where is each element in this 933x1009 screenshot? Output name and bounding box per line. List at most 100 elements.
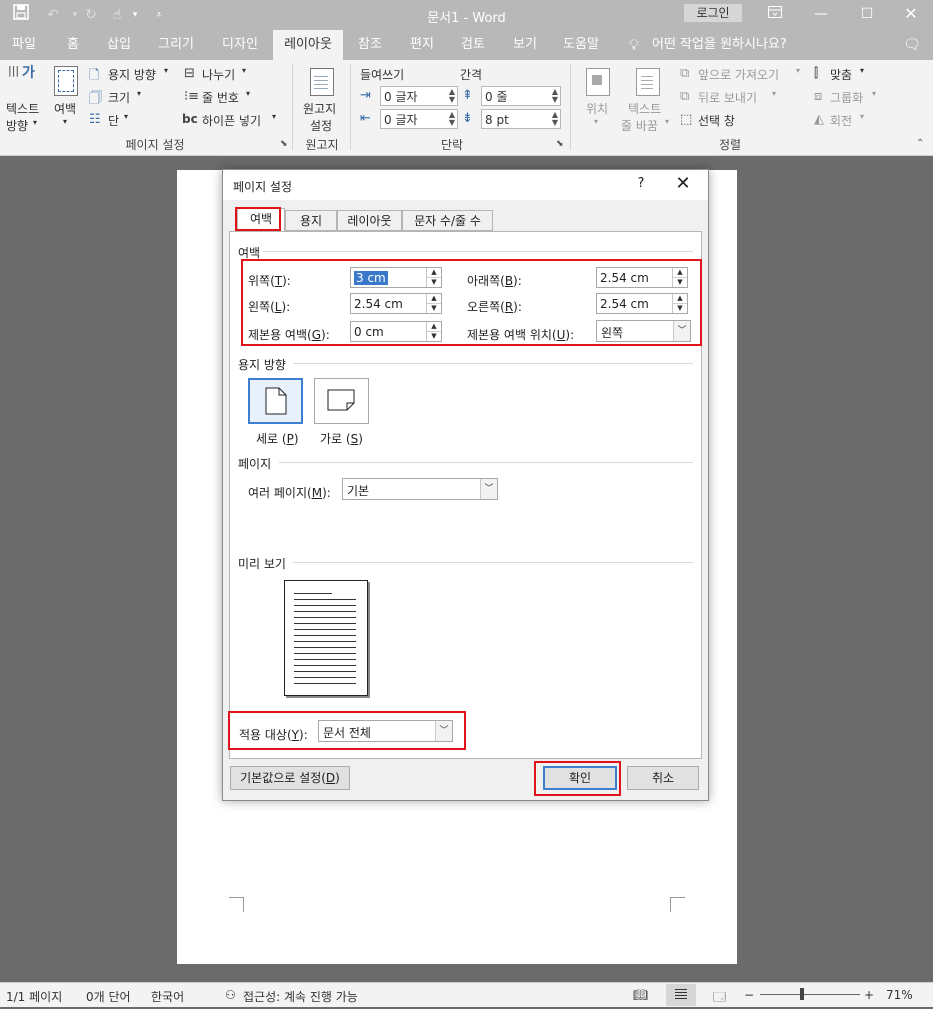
chevron-down-icon: ▾ <box>246 89 251 98</box>
page-count[interactable]: 1/1 페이지 <box>6 988 62 1005</box>
tab-file[interactable]: 파일 <box>4 30 44 60</box>
section-divider <box>263 251 693 252</box>
bring-forward-icon: ⧉ <box>680 66 690 81</box>
zoom-in-button[interactable]: + <box>864 988 874 1002</box>
text-direction-label-1: 텍스트 <box>6 102 40 116</box>
login-button[interactable]: 로그인 <box>684 4 742 22</box>
group-divider <box>570 64 571 150</box>
section-divider <box>279 462 693 463</box>
multiple-pages-select[interactable]: 기본 ﹀ <box>342 478 498 500</box>
print-layout-icon[interactable] <box>666 984 696 1006</box>
chevron-down-icon: ▾ <box>137 89 142 98</box>
indent-right-icon: ⇤ <box>360 111 371 126</box>
tab-mailings[interactable]: 편지 <box>402 30 442 60</box>
spacing-after-icon: ⇟ <box>462 111 473 126</box>
manuscript-label-1: 원고지 <box>303 102 337 116</box>
zoom-level[interactable]: 71% <box>886 988 913 1002</box>
hyphenation-button[interactable]: 하이픈 넣기 <box>202 112 261 129</box>
chevron-down-icon: ▾ <box>665 117 670 126</box>
ribbon-tabs: 파일 홈 삽입 그리기 디자인 레이아웃 참조 편지 검토 보기 도움말 💡︎ … <box>0 30 933 60</box>
help-button[interactable]: ? <box>631 176 651 191</box>
orientation-section-title: 용지 방향 <box>238 358 286 372</box>
zoom-slider-thumb[interactable] <box>800 988 804 1000</box>
tab-layout[interactable]: 레이아웃 <box>273 30 343 60</box>
spacing-after-input[interactable]: 8 pt ▲ ▼ <box>481 109 561 129</box>
chevron-down-icon: ▾ <box>124 112 129 121</box>
wrap-text-icon <box>636 68 660 96</box>
tab-help[interactable]: 도움말 <box>555 30 607 60</box>
word-count[interactable]: 0개 단어 <box>86 988 131 1005</box>
set-as-default-button[interactable]: 기본값으로 설정(D) <box>230 766 350 790</box>
rotate-button[interactable]: 회전 <box>830 112 852 129</box>
accessibility-status[interactable]: 접근성: 계속 진행 가능 <box>243 988 358 1005</box>
chevron-down-icon: ▾ <box>860 112 865 121</box>
chevron-down-icon: ▾ <box>33 118 38 127</box>
group-button[interactable]: 그룹화 <box>830 89 863 106</box>
tab-layout[interactable]: 레이아웃 <box>337 210 402 231</box>
ribbon-display-options-icon[interactable] <box>752 2 798 28</box>
chevron-down-icon[interactable]: ﹀ <box>480 479 497 499</box>
tell-me-search[interactable]: 어떤 작업을 원하시나요? <box>652 30 794 60</box>
spacing-before-input[interactable]: 0 줄 ▲ ▼ <box>481 86 561 106</box>
zoom-out-button[interactable]: − <box>744 988 754 1002</box>
indent-left-icon: ⇥ <box>360 88 371 103</box>
spin-arrows-icon[interactable]: ▲ ▼ <box>449 88 455 104</box>
align-button[interactable]: 맞춤 <box>830 66 852 83</box>
portrait-button[interactable] <box>248 378 303 424</box>
send-backward-button[interactable]: 뒤로 보내기 <box>698 89 757 106</box>
manuscript-label-2: 설정 <box>310 119 333 133</box>
tab-insert[interactable]: 삽입 <box>100 30 138 60</box>
position-icon <box>586 68 610 96</box>
selection-pane-icon: ⬚ <box>680 112 693 127</box>
columns-button[interactable]: 단 <box>108 112 119 129</box>
size-button[interactable]: 크기 <box>108 89 130 106</box>
manuscript-group-label: 원고지 <box>305 138 339 152</box>
section-divider <box>293 363 693 364</box>
text-direction-glyph: 가 <box>22 65 35 81</box>
line-numbers-button[interactable]: 줄 번호 <box>202 89 239 106</box>
page-setup-group-label: 페이지 설정 <box>125 138 185 152</box>
spacing-header: 간격 <box>460 68 483 82</box>
cancel-button[interactable]: 취소 <box>627 766 699 790</box>
comments-icon[interactable]: 🗨︎ <box>900 30 924 60</box>
maximize-icon[interactable]: ☐ <box>844 2 890 28</box>
tab-paper[interactable]: 용지 <box>285 210 337 231</box>
close-icon[interactable]: ✕ <box>670 174 696 194</box>
close-icon[interactable]: ✕ <box>888 2 933 28</box>
spin-arrows-icon[interactable]: ▲ ▼ <box>449 111 455 127</box>
spin-arrows-icon[interactable]: ▲ ▼ <box>552 111 558 127</box>
orientation-button[interactable]: 용지 방향 <box>108 66 156 83</box>
tab-review[interactable]: 검토 <box>453 30 493 60</box>
zoom-slider[interactable] <box>760 988 860 1000</box>
page-setup-launcher-icon[interactable]: ⬊ <box>280 139 288 149</box>
language-indicator[interactable]: 한국어 <box>151 988 184 1005</box>
indent-left-input[interactable]: 0 글자 ▲ ▼ <box>380 86 458 106</box>
wrap-text-label-1: 텍스트 <box>628 102 662 116</box>
dialog-titlebar: 페이지 설정 ? ✕ <box>223 170 708 200</box>
collapse-ribbon-icon[interactable]: ⌃ <box>916 138 924 149</box>
dialog-title: 페이지 설정 <box>233 180 293 194</box>
tab-design[interactable]: 디자인 <box>212 30 268 60</box>
multiple-pages-value: 기본 <box>347 484 370 498</box>
orientation-icon: 🗋︎ <box>89 68 100 83</box>
manuscript-icon <box>310 68 334 96</box>
indent-right-input[interactable]: 0 글자 ▲ ▼ <box>380 109 458 129</box>
arrange-group-label: 정렬 <box>718 138 742 152</box>
bring-forward-button[interactable]: 앞으로 가져오기 <box>698 66 779 83</box>
portrait-label: 세로 (P) <box>256 432 299 446</box>
tab-references[interactable]: 참조 <box>350 30 390 60</box>
minimize-icon[interactable]: — <box>798 2 844 28</box>
tab-characters-lines[interactable]: 문자 수/줄 수 <box>402 210 493 231</box>
text-direction-icon: ||| <box>8 64 20 77</box>
selection-pane-button[interactable]: 선택 창 <box>698 112 735 129</box>
tab-home[interactable]: 홈 <box>56 30 90 60</box>
tab-draw[interactable]: 그리기 <box>150 30 202 60</box>
read-mode-icon[interactable]: 📖︎ <box>633 988 648 1002</box>
landscape-button[interactable] <box>314 378 369 424</box>
page-setup-dialog: 페이지 설정 ? ✕ 여백 용지 레이아웃 문자 수/줄 수 여백 위쪽(T):… <box>222 169 709 801</box>
chevron-down-icon: ▾ <box>242 66 247 75</box>
paragraph-launcher-icon[interactable]: ⬊ <box>556 139 564 149</box>
spin-arrows-icon[interactable]: ▲ ▼ <box>552 88 558 104</box>
breaks-button[interactable]: 나누기 <box>202 66 235 83</box>
tab-view[interactable]: 보기 <box>505 30 545 60</box>
